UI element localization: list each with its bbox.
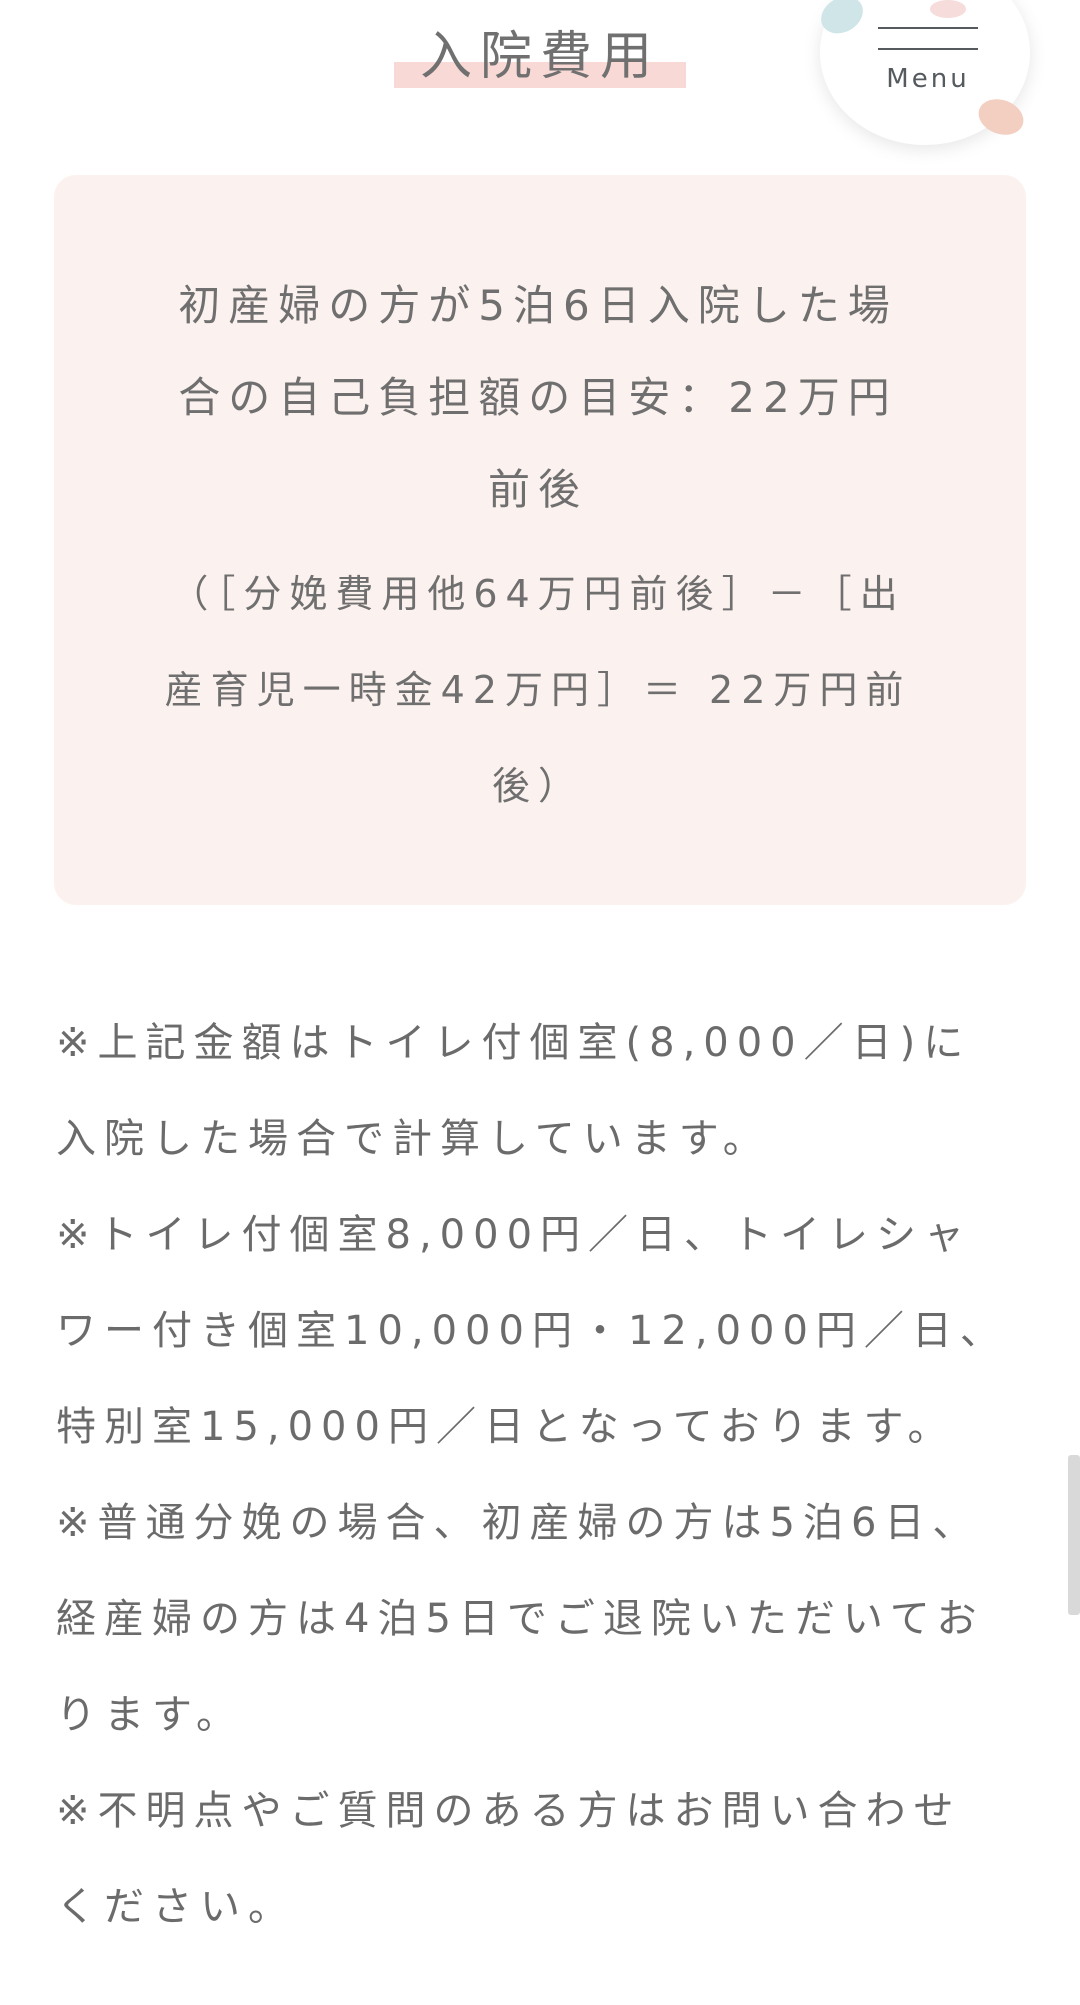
note-line: ください。 (56, 1884, 296, 1930)
menu-button[interactable]: Menu (814, 0, 1040, 145)
hamburger-icon[interactable] (878, 27, 978, 29)
cost-estimate-text: 初産婦の方が5泊6日入院した場 合の自己負担額の目安：22万円 前後 (90, 260, 986, 536)
cost-formula-line: （［分娩費用他64万円前後］－［出 (170, 572, 906, 616)
notes-section: ※上記金額はトイレ付個室(8,000／日)に 入院した場合で計算しています。 ※… (56, 995, 1016, 1955)
cost-estimate-line: 前後 (487, 465, 588, 514)
decorative-blob-pink (930, 0, 966, 18)
note-line: 特別室15,000円／日となっております。 (56, 1404, 956, 1450)
note-line: ります。 (56, 1692, 244, 1738)
hamburger-icon-line[interactable] (878, 48, 978, 50)
cost-formula-line: 産育児一時金42万円］＝ 22万円前 (164, 668, 912, 712)
note-line: ※トイレ付個室8,000円／日、トイレシャ (56, 1212, 973, 1258)
note-line: ※不明点やご質問のある方はお問い合わせ (56, 1788, 962, 1834)
menu-label[interactable]: Menu (866, 64, 990, 94)
cost-estimate-line: 合の自己負担額の目安：22万円 (178, 373, 898, 422)
cost-formula-text: （［分娩費用他64万円前後］－［出 産育児一時金42万円］＝ 22万円前 後） (90, 546, 986, 834)
note-line: 経産婦の方は4泊5日でご退院いただいてお (56, 1596, 985, 1642)
cost-formula-line: 後） (491, 764, 584, 808)
note-line: ワー付き個室10,000円・12,000円／日、 (56, 1308, 1008, 1354)
cost-estimate-line: 初産婦の方が5泊6日入院した場 (178, 281, 898, 330)
note-line: ※普通分娩の場合、初産婦の方は5泊6日、 (56, 1500, 981, 1546)
scrollbar[interactable] (1068, 1455, 1080, 1615)
note-line: 入院した場合で計算しています。 (56, 1116, 771, 1162)
note-line: ※上記金額はトイレ付個室(8,000／日)に (56, 1020, 972, 1066)
